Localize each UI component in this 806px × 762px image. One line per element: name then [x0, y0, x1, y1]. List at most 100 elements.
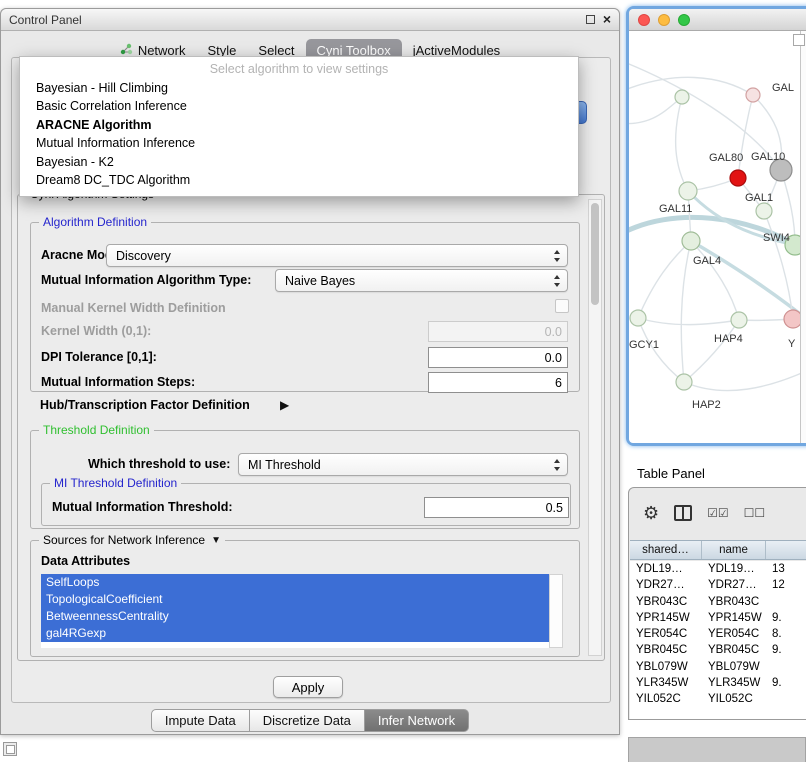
algorithm-option-aracne-algorithm[interactable]: ARACNE Algorithm: [20, 116, 578, 135]
network-edge[interactable]: [629, 97, 682, 124]
network-edge[interactable]: [676, 97, 688, 191]
dropdown-arrows-icon: [553, 458, 562, 472]
table-cell: 13: [766, 561, 806, 577]
network-edge[interactable]: [629, 77, 753, 95]
table-row[interactable]: YER054CYER054C8.: [630, 626, 806, 642]
columns-icon[interactable]: [674, 505, 692, 521]
network-node-hap2[interactable]: [676, 374, 692, 390]
attribute-item-gal4rgexp[interactable]: gal4RGexp: [41, 625, 549, 642]
minimize-icon[interactable]: [658, 14, 670, 26]
network-scrollbar[interactable]: [800, 31, 806, 443]
network-edge[interactable]: [684, 320, 739, 382]
node-label: SWI4: [763, 232, 790, 244]
network-node-gal11[interactable]: [679, 182, 697, 200]
network-edge[interactable]: [638, 241, 691, 318]
close-icon[interactable]: [638, 14, 650, 26]
mi-threshold-label: Mutual Information Threshold:: [52, 500, 233, 514]
network-edge[interactable]: [684, 367, 806, 391]
network-edge[interactable]: [681, 241, 691, 382]
which-threshold-label: Which threshold to use:: [88, 457, 230, 471]
background-window-edge: [628, 737, 806, 762]
table-row[interactable]: YBR045CYBR045C9.: [630, 642, 806, 658]
mi-algorithm-type-select[interactable]: Naive Bayes: [275, 269, 568, 292]
table-cell: YBL079W: [702, 659, 766, 675]
sources-group-title: Sources for Network Inference ▼: [39, 533, 225, 547]
table-cell: 12: [766, 577, 806, 593]
column-header[interactable]: name: [702, 541, 766, 559]
zoom-icon[interactable]: [678, 14, 690, 26]
column-header[interactable]: [766, 541, 806, 559]
dpi-tolerance-input[interactable]: [428, 347, 568, 368]
algorithm-option-bayesian-hill-climbing[interactable]: Bayesian - Hill Climbing: [20, 79, 578, 98]
network-canvas[interactable]: GALGAL80GAL10GAL11GAL1SWI4GAL4GCY1HAP4YH…: [629, 31, 806, 443]
network-edge[interactable]: [638, 318, 739, 325]
dropdown-arrows-icon: [553, 274, 562, 288]
network-node-gal1[interactable]: [756, 203, 772, 219]
network-node-gal80[interactable]: [730, 170, 746, 186]
table-panel-window: ⚙ ☑☑ ☐☐ shared…name YDL19…YDL19…13YDR27……: [628, 487, 806, 720]
attribute-item-selfloops[interactable]: SelfLoops: [41, 574, 549, 591]
apply-button[interactable]: Apply: [273, 676, 343, 698]
which-threshold-select[interactable]: MI Threshold: [238, 453, 568, 476]
table-row[interactable]: YBR043CYBR043C: [630, 594, 806, 610]
network-node-hap4[interactable]: [731, 312, 747, 328]
cyni-bottom-tabs: Impute DataDiscretize DataInfer Network: [1, 709, 619, 732]
algorithm-option-mutual-information-inference[interactable]: Mutual Information Inference: [20, 134, 578, 153]
table-cell: YBR045C: [630, 642, 702, 658]
table-cell: YBR043C: [630, 594, 702, 610]
table-cell: YBR043C: [702, 594, 766, 610]
table-row[interactable]: YDR27…YDR27…12: [630, 577, 806, 593]
network-node-gal-top[interactable]: [746, 88, 760, 102]
close-window-icon[interactable]: ×: [603, 13, 611, 25]
mi-threshold-input[interactable]: [424, 497, 569, 518]
table-cell: YDR27…: [702, 577, 766, 593]
collapse-down-icon[interactable]: ▼: [211, 535, 221, 546]
deselect-columns-icon[interactable]: ☐☐: [744, 506, 766, 520]
expand-right-icon[interactable]: ▶: [280, 398, 289, 412]
algorithm-option-dream8-dc-tdc-algorithm[interactable]: Dream8 DC_TDC Algorithm: [20, 171, 578, 190]
window-buttons: ×: [586, 13, 611, 25]
mi-steps-input[interactable]: [428, 372, 568, 393]
table-row[interactable]: YLR345WYLR345W9.: [630, 675, 806, 691]
algorithm-option-basic-correlation-inference[interactable]: Basic Correlation Inference: [20, 97, 578, 116]
algorithm-option-bayesian-k2[interactable]: Bayesian - K2: [20, 153, 578, 172]
network-graph: GALGAL80GAL10GAL11GAL1SWI4GAL4GCY1HAP4YH…: [629, 31, 806, 443]
table-row[interactable]: YDL19…YDL19…13: [630, 561, 806, 577]
node-label: GAL: [772, 82, 794, 94]
network-node-n1[interactable]: [675, 90, 689, 104]
kernel-width-input[interactable]: [428, 321, 568, 342]
bottom-tab-discretize-data[interactable]: Discretize Data: [249, 709, 365, 732]
algorithm-placeholder-option[interactable]: Select algorithm to view settings: [20, 60, 578, 79]
birdseye-anchor-icon[interactable]: [793, 34, 805, 46]
table-cell: YIL052C: [702, 691, 766, 707]
table-cell: YER054C: [630, 626, 702, 642]
settings-scrollbar[interactable]: [588, 199, 602, 656]
network-edge[interactable]: [764, 211, 793, 319]
table-row[interactable]: YBL079WYBL079W: [630, 659, 806, 675]
attribute-item-topologicalcoefficient[interactable]: TopologicalCoefficient: [41, 591, 549, 608]
gear-icon[interactable]: ⚙: [643, 503, 659, 523]
select-columns-icon[interactable]: ☑☑: [707, 506, 729, 520]
table-row[interactable]: YPR145WYPR145W9.: [630, 610, 806, 626]
node-label: HAP4: [714, 333, 743, 345]
sources-group: Sources for Network Inference ▼ Data Att…: [30, 540, 580, 657]
bottom-tab-impute-data[interactable]: Impute Data: [151, 709, 250, 732]
restore-panel-icon[interactable]: [3, 742, 17, 756]
float-window-icon[interactable]: [586, 15, 595, 24]
settings-scrollbar-thumb[interactable]: [591, 203, 599, 305]
control-panel-titlebar[interactable]: Control Panel ×: [1, 9, 619, 31]
table-body: YDL19…YDL19…13YDR27…YDR27…12YBR043CYBR04…: [630, 561, 806, 719]
network-window-titlebar[interactable]: [629, 9, 806, 31]
bottom-tab-infer-network[interactable]: Infer Network: [364, 709, 469, 732]
aracne-mode-select[interactable]: Discovery: [106, 244, 568, 267]
network-edge[interactable]: [691, 241, 739, 320]
node-label: GAL4: [693, 255, 721, 267]
network-node-gal4[interactable]: [682, 232, 700, 250]
column-header[interactable]: shared…: [630, 541, 702, 559]
manual-kernel-width-checkbox[interactable]: [555, 299, 569, 313]
network-node-gcy1[interactable]: [630, 310, 646, 326]
attributes-list-scrollbar[interactable]: [549, 574, 563, 648]
node-label: GAL1: [745, 192, 773, 204]
table-row[interactable]: YIL052CYIL052C: [630, 691, 806, 707]
attribute-item-betweennesscentrality[interactable]: BetweennessCentrality: [41, 608, 549, 625]
